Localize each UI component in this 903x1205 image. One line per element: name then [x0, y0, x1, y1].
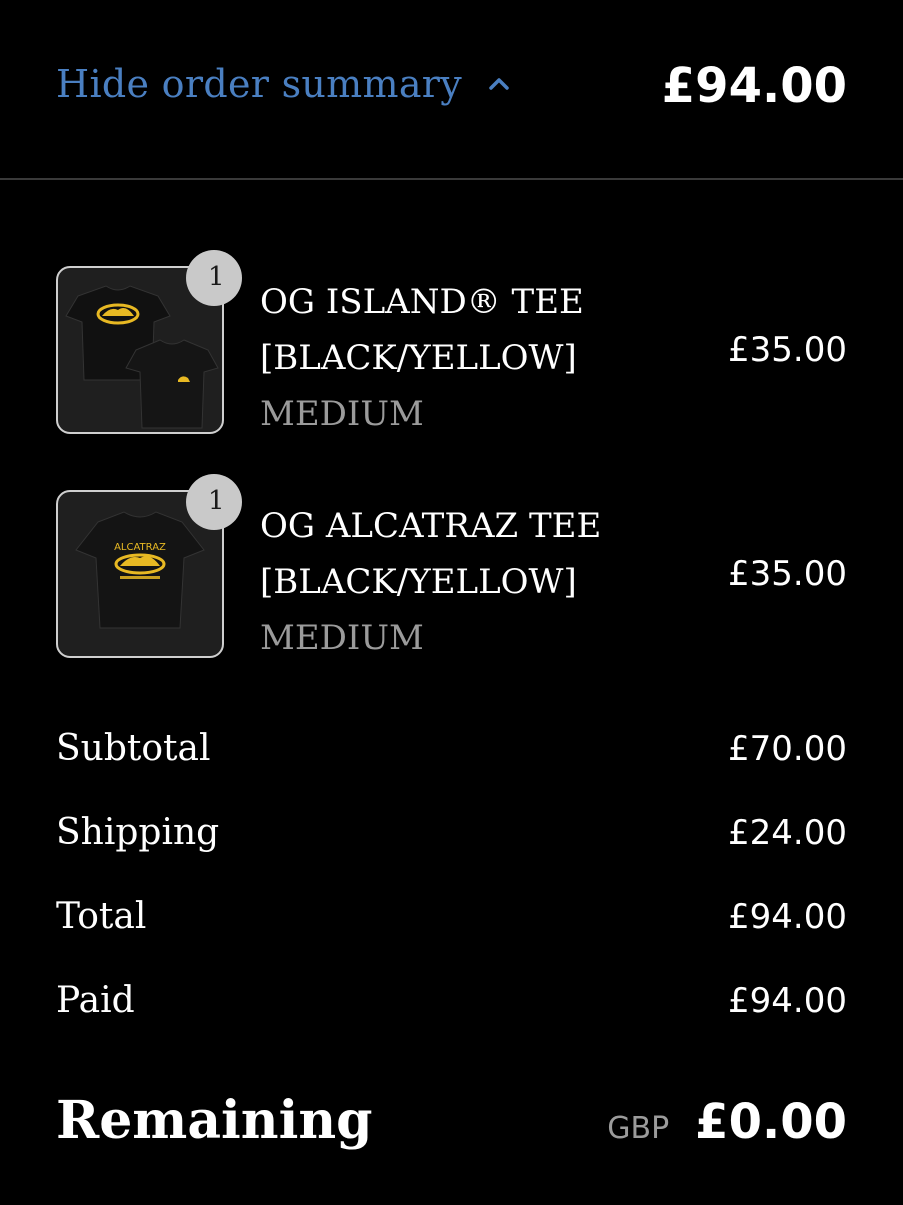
quantity-badge: 1: [186, 250, 242, 306]
paid-value: £94.00: [728, 981, 847, 1021]
remaining-row: Remaining GBP £0.00: [56, 1090, 847, 1151]
toggle-label: Hide order summary: [56, 62, 463, 106]
subtotal-row: Subtotal £70.00: [56, 728, 847, 769]
line-item: ALCATRAZ 1 OG ALCATRAZ TEE [BLACK/YELLOW…: [56, 474, 847, 660]
item-price: £35.00: [728, 330, 847, 370]
product-thumbnail: 1: [56, 250, 242, 434]
subtotal-label: Subtotal: [56, 728, 211, 769]
currency-code: GBP: [607, 1111, 670, 1146]
item-name-line1: OG ALCATRAZ TEE: [260, 506, 602, 546]
item-variant: MEDIUM: [260, 394, 424, 434]
shipping-value: £24.00: [728, 813, 847, 853]
paid-row: Paid £94.00: [56, 980, 847, 1021]
total-row: Total £94.00: [56, 896, 847, 937]
hide-order-summary-toggle[interactable]: Hide order summary: [56, 62, 510, 106]
shipping-label: Shipping: [56, 812, 220, 853]
line-item: 1 OG ISLAND® TEE [BLACK/YELLOW] MEDIUM £…: [56, 250, 847, 436]
product-thumbnail: ALCATRAZ 1: [56, 474, 242, 658]
total-label: Total: [56, 896, 147, 937]
item-price: £35.00: [728, 554, 847, 594]
item-name-line2: [BLACK/YELLOW]: [260, 562, 577, 602]
remaining-label: Remaining: [56, 1090, 373, 1151]
subtotal-value: £70.00: [728, 729, 847, 769]
header-order-total: £94.00: [661, 58, 847, 114]
svg-text:ALCATRAZ: ALCATRAZ: [114, 542, 166, 553]
order-summary-header: Hide order summary £94.00: [0, 0, 903, 180]
remaining-value: £0.00: [695, 1094, 847, 1150]
item-info: OG ALCATRAZ TEE [BLACK/YELLOW] MEDIUM: [260, 498, 601, 666]
item-info: OG ISLAND® TEE [BLACK/YELLOW] MEDIUM: [260, 274, 584, 442]
paid-label: Paid: [56, 980, 135, 1021]
remaining-amount: GBP £0.00: [607, 1094, 847, 1150]
total-value: £94.00: [728, 897, 847, 937]
shipping-row: Shipping £24.00: [56, 812, 847, 853]
quantity-badge: 1: [186, 474, 242, 530]
chevron-up-icon: [488, 73, 510, 95]
item-name-line2: [BLACK/YELLOW]: [260, 338, 577, 378]
item-name-line1: OG ISLAND® TEE: [260, 282, 584, 322]
item-variant: MEDIUM: [260, 618, 424, 658]
